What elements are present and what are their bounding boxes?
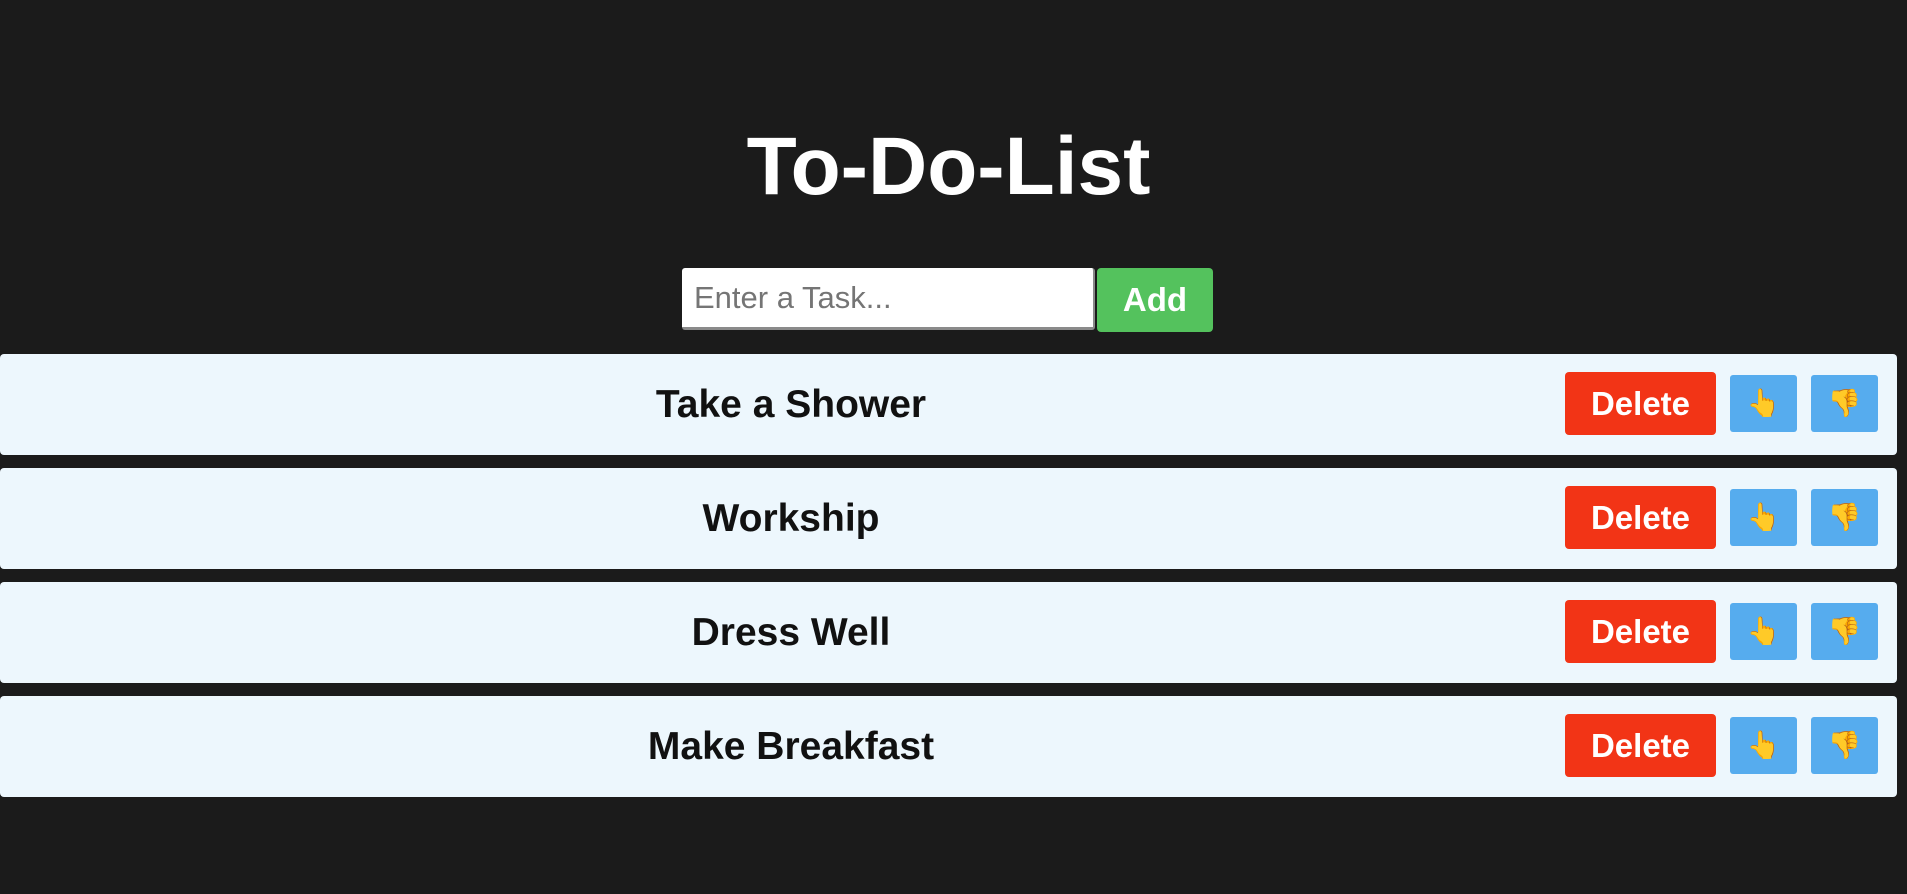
task-input[interactable] [682, 268, 1095, 330]
task-row: Make Breakfast Delete 👆 👎 [0, 696, 1897, 797]
delete-button[interactable]: Delete [1565, 486, 1716, 549]
task-label: Take a Shower [655, 383, 927, 426]
delete-button[interactable]: Delete [1565, 714, 1716, 777]
task-label: Make Breakfast [647, 725, 935, 768]
task-label: Workship [702, 497, 880, 540]
task-row: Workship Delete 👆 👎 [0, 468, 1897, 569]
pointing-up-icon[interactable]: 👆 [1730, 489, 1797, 546]
add-task-form: Add [682, 268, 1213, 332]
add-button[interactable]: Add [1097, 268, 1213, 332]
thumbs-down-icon[interactable]: 👎 [1811, 603, 1878, 660]
task-row: Take a Shower Delete 👆 👎 [0, 354, 1897, 455]
task-list: Take a Shower Delete 👆 👎 Workship Delete… [0, 354, 1897, 810]
pointing-up-icon[interactable]: 👆 [1730, 717, 1797, 774]
pointing-up-icon[interactable]: 👆 [1730, 603, 1797, 660]
task-label: Dress Well [691, 611, 891, 654]
thumbs-down-icon[interactable]: 👎 [1811, 489, 1878, 546]
thumbs-down-icon[interactable]: 👎 [1811, 717, 1878, 774]
task-row: Dress Well Delete 👆 👎 [0, 582, 1897, 683]
delete-button[interactable]: Delete [1565, 600, 1716, 663]
delete-button[interactable]: Delete [1565, 372, 1716, 435]
page-title: To-Do-List [746, 121, 1151, 212]
pointing-up-icon[interactable]: 👆 [1730, 375, 1797, 432]
thumbs-down-icon[interactable]: 👎 [1811, 375, 1878, 432]
